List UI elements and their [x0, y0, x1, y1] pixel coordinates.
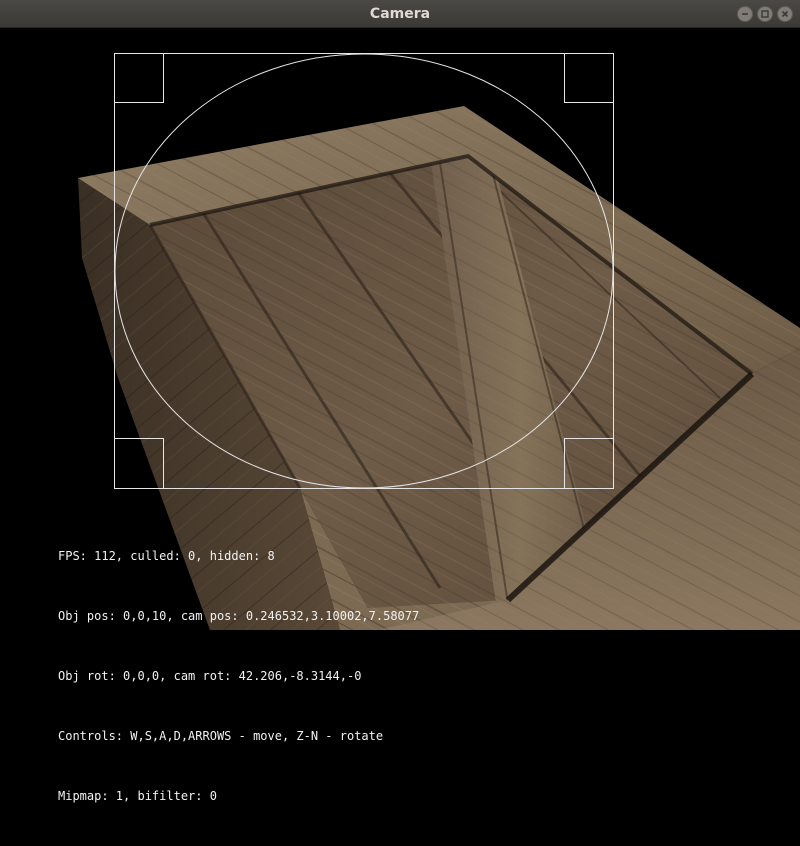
app-window: Camera FPS: 112, culled: 0, hidden: 8 Ob…: [0, 0, 800, 803]
hud-position-line: Obj pos: 0,0,10, cam pos: 0.246532,3.100…: [58, 609, 420, 623]
hud-overlay: FPS: 112, culled: 0, hidden: 8 Obj pos: …: [58, 506, 419, 846]
close-button[interactable]: [777, 6, 793, 22]
hud-fps-line: FPS: 112, culled: 0, hidden: 8: [58, 549, 275, 563]
render-viewport[interactable]: FPS: 112, culled: 0, hidden: 8 Obj pos: …: [0, 28, 800, 803]
hud-controls-line: Controls: W,S,A,D,ARROWS - move, Z-N - r…: [58, 729, 384, 743]
close-icon: [781, 10, 789, 18]
title-bar[interactable]: Camera: [0, 0, 800, 28]
window-title: Camera: [369, 6, 431, 22]
hud-mipmap-line: Mipmap: 1, bifilter: 0: [58, 789, 217, 803]
hud-rotation-line: Obj rot: 0,0,0, cam rot: 42.206,-8.3144,…: [58, 669, 362, 683]
maximize-icon: [761, 10, 769, 18]
minimize-button[interactable]: [737, 6, 753, 22]
minimize-icon: [742, 13, 748, 15]
maximize-button[interactable]: [757, 6, 773, 22]
corner-box-top-right: [564, 53, 614, 103]
corner-box-top-left: [114, 53, 164, 103]
